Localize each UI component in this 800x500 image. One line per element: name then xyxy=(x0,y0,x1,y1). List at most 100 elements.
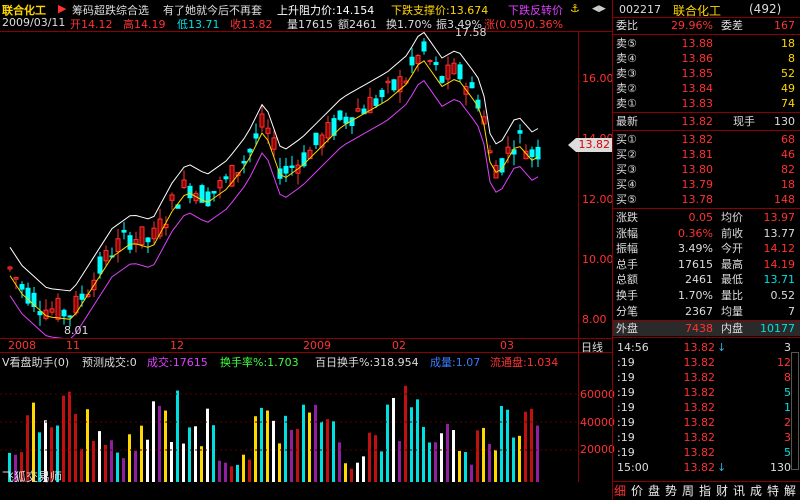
low-annotation: 8.01 xyxy=(64,324,89,337)
tab-3[interactable]: 势 xyxy=(665,482,677,499)
sell-volume: 18 xyxy=(781,37,795,50)
volume-bar xyxy=(356,462,359,482)
volume-bar xyxy=(410,407,413,482)
date-label-12: 12 xyxy=(170,339,184,352)
now-vol-value: 130 xyxy=(774,115,795,128)
volume-bar xyxy=(62,395,65,482)
buy-volume: 18 xyxy=(781,178,795,191)
sell-price: 13.84 xyxy=(681,82,714,95)
tab-10[interactable]: 解 xyxy=(784,482,796,499)
date-label-11: 11 xyxy=(66,339,80,352)
volume-bar xyxy=(230,466,233,482)
buy-volume: 148 xyxy=(774,193,795,206)
tick-price: 13.82 xyxy=(683,356,716,369)
inner-value: 10177 xyxy=(760,322,795,335)
kline-chart[interactable] xyxy=(0,31,578,338)
price-tick-16: 16.00 xyxy=(582,72,614,85)
candle-body xyxy=(283,165,289,174)
candle-body xyxy=(169,194,175,201)
stat-label: 振幅 xyxy=(616,242,638,256)
tick-row: 14:56 13.82 ↓ 3 xyxy=(613,340,800,355)
sell-volume: 8 xyxy=(788,52,795,65)
tick-price: 13.82 xyxy=(683,371,716,384)
sell-label: 卖④ xyxy=(616,52,637,65)
buy-level-1[interactable]: 买① 13.82 68 xyxy=(613,132,800,147)
tab-6[interactable]: 财 xyxy=(716,482,728,499)
sell-level-2[interactable]: 卖② 13.84 49 xyxy=(613,81,800,96)
volume-bar xyxy=(320,421,323,482)
volume-chart[interactable] xyxy=(0,368,578,482)
sell-level-4[interactable]: 卖④ 13.86 8 xyxy=(613,51,800,66)
buy-level-5[interactable]: 买⑤ 13.78 148 xyxy=(613,192,800,207)
bar-amount: 额2461 xyxy=(338,18,377,31)
bar-change: 涨(0.05)0.36% xyxy=(484,18,564,31)
play-icon[interactable]: ▶ xyxy=(58,2,66,15)
volume-tick-60000: 60000 xyxy=(580,388,615,401)
volume-bar xyxy=(146,439,149,482)
tab-0[interactable]: 细 xyxy=(614,482,626,499)
candle-body xyxy=(313,132,319,146)
candle-body xyxy=(265,127,271,134)
buy-level-3[interactable]: 买③ 13.80 82 xyxy=(613,162,800,177)
buy-volume: 46 xyxy=(781,148,795,161)
price-tick-12: 12.00 xyxy=(582,193,614,206)
tab-4[interactable]: 周 xyxy=(682,482,694,499)
period-tab[interactable]: 日线 xyxy=(581,339,603,355)
tick-time: 14:56 xyxy=(617,341,649,354)
candle-body xyxy=(79,293,85,300)
tab-9[interactable]: 特 xyxy=(767,482,779,499)
volume-bar xyxy=(446,423,449,482)
volume-bar xyxy=(470,464,473,482)
stat-value: 17615 xyxy=(678,257,713,271)
stat-value: 7 xyxy=(788,304,795,318)
chart-area[interactable]: 联合化工 ▶ 筹码超跌综合选 有了她就今后不再套 上升阻力价:14.154 下跌… xyxy=(0,0,615,500)
buy-level-2[interactable]: 买② 13.81 46 xyxy=(613,147,800,162)
volume-bar xyxy=(434,442,437,482)
volume-bar xyxy=(296,428,299,482)
volume-bar xyxy=(368,432,371,482)
volume-bar xyxy=(92,440,95,482)
tick-price: 13.82 xyxy=(683,446,716,459)
sell-level-3[interactable]: 卖③ 13.85 52 xyxy=(613,66,800,81)
stat-label: 最低 xyxy=(721,273,743,287)
tick-price: 13.82 xyxy=(683,386,716,399)
sell-level-1[interactable]: 卖① 13.83 74 xyxy=(613,96,800,111)
quote-panel: 002217 联合化工 (492) 委比 29.96% 委差 167 卖⑤ 13.… xyxy=(612,0,800,500)
candle-body xyxy=(205,191,211,207)
volume-bar xyxy=(362,456,365,482)
volume-bar xyxy=(248,459,251,482)
stat-value: 3.49% xyxy=(678,242,713,256)
stat-value: 0.36% xyxy=(678,226,713,240)
candle-body xyxy=(13,277,19,280)
tab-7[interactable]: 讯 xyxy=(733,482,745,499)
tick-time: :19 xyxy=(617,371,635,384)
volume-bar xyxy=(386,404,389,482)
bar-close: 收13.82 xyxy=(230,18,273,31)
outer-inner-row: 外盘 7438 内盘 10177 xyxy=(613,321,800,336)
volume-bar xyxy=(104,444,107,482)
candle-body xyxy=(211,190,217,194)
scroll-arrows-icon[interactable]: ◀▶ xyxy=(592,4,606,14)
tab-8[interactable]: 成 xyxy=(750,482,762,499)
volume-bar xyxy=(224,462,227,482)
stat-label: 分笔 xyxy=(616,304,638,318)
buy-label: 买③ xyxy=(616,163,637,176)
current-price-marker: 13.82 xyxy=(568,138,612,152)
band-lower-line xyxy=(9,80,539,338)
quote-divider-2 xyxy=(613,34,800,35)
sell-level-5[interactable]: 卖⑤ 13.88 18 xyxy=(613,36,800,51)
stat-label: 均量 xyxy=(721,304,743,318)
tick-scrollbar[interactable] xyxy=(791,352,799,470)
tab-5[interactable]: 指 xyxy=(699,482,711,499)
buy-label: 买④ xyxy=(616,178,637,191)
buy-price: 13.82 xyxy=(681,133,714,146)
tab-1[interactable]: 价 xyxy=(631,482,643,499)
candle-body xyxy=(19,284,25,290)
anchor-icon[interactable]: ⚓ xyxy=(570,2,580,15)
latest-row: 最新 13.82 现手 130 xyxy=(613,114,800,129)
stat-value: 14.12 xyxy=(763,242,796,256)
tab-2[interactable]: 盘 xyxy=(648,482,660,499)
sell-label: 卖② xyxy=(616,82,637,95)
buy-level-4[interactable]: 买④ 13.79 18 xyxy=(613,177,800,192)
volume-bar xyxy=(68,391,71,482)
